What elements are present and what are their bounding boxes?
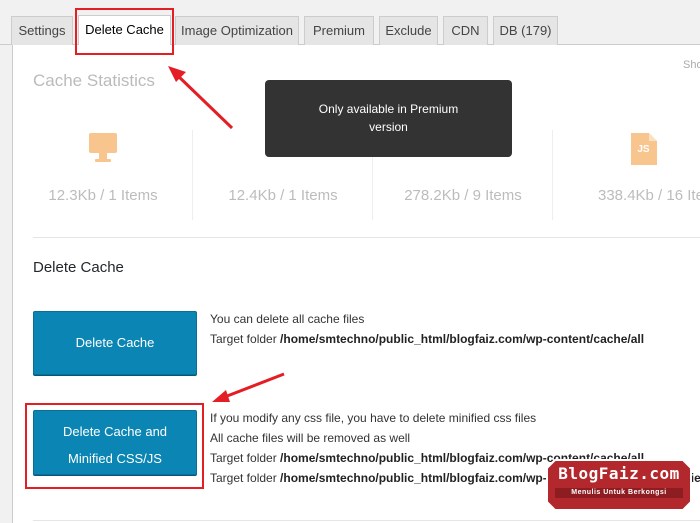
blogfaiz-watermark: BlogFaiz.com Menulis Untuk Berkongsi: [545, 456, 693, 514]
annotation-arrows: [168, 66, 285, 402]
watermark-name: BlogFaiz.com: [558, 464, 680, 483]
arrow-to-tab: [168, 66, 234, 130]
arrow-to-button: [212, 372, 285, 402]
watermark-tagline: Menulis Untuk Berkongsi: [571, 489, 667, 496]
plugin-settings-page: Settings Delete Cache Image Optimization…: [0, 0, 700, 523]
